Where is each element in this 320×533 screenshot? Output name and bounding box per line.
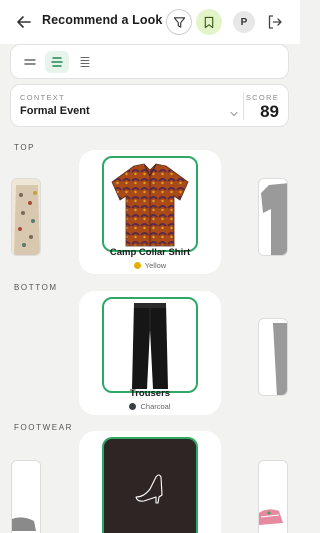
section-label-top: TOP bbox=[14, 143, 36, 152]
shirt-image bbox=[111, 163, 189, 247]
filter-button[interactable] bbox=[166, 9, 192, 35]
color-swatch bbox=[133, 262, 141, 269]
section-label-bottom: BOTTOM bbox=[14, 283, 58, 292]
patterned-shirt-thumbnail bbox=[12, 179, 40, 255]
top-item-image bbox=[102, 156, 198, 252]
view-center-option[interactable] bbox=[45, 51, 69, 73]
top-app-bar: Recommend a Look P bbox=[0, 0, 300, 44]
heel-icon bbox=[135, 474, 163, 504]
grey-shirt-thumbnail bbox=[259, 179, 287, 255]
grey-trousers-thumbnail bbox=[259, 319, 287, 395]
logout-icon bbox=[268, 15, 282, 29]
score-value: 89 bbox=[260, 102, 279, 121]
sneaker-thumbnail bbox=[12, 461, 40, 533]
prev-top-item[interactable] bbox=[11, 178, 41, 256]
context-card: CONTEXT Formal Event SCORE 89 bbox=[10, 84, 289, 127]
footwear-item-image bbox=[102, 437, 198, 533]
bottom-item-color-name: Charcoal bbox=[140, 402, 171, 411]
avatar[interactable]: P bbox=[233, 11, 255, 33]
page-title: Recommend a Look bbox=[42, 13, 163, 27]
compact-list-icon bbox=[80, 56, 90, 68]
top-item-color-name: Yellow bbox=[144, 261, 167, 270]
bottom-item-card[interactable]: Trousers Charcoal bbox=[79, 291, 221, 415]
top-item-card[interactable]: Camp Collar Shirt Yellow bbox=[79, 150, 221, 274]
divider bbox=[243, 92, 244, 120]
bookmark-button[interactable] bbox=[196, 9, 222, 35]
footwear-item-card[interactable] bbox=[79, 431, 221, 533]
grid-list-icon bbox=[24, 59, 36, 65]
score-label: SCORE bbox=[245, 93, 279, 102]
next-bottom-item[interactable] bbox=[258, 318, 288, 396]
context-label: CONTEXT bbox=[20, 93, 65, 102]
center-list-icon bbox=[51, 57, 63, 67]
logout-button[interactable] bbox=[266, 13, 284, 31]
view-compact-option[interactable] bbox=[73, 51, 97, 73]
view-mode-selector bbox=[10, 44, 289, 79]
arrow-left-icon bbox=[17, 16, 31, 28]
chevron-down-icon bbox=[230, 111, 238, 117]
trousers-image bbox=[132, 303, 168, 389]
bottom-item-color: Charcoal bbox=[79, 402, 221, 411]
prev-footwear-item[interactable] bbox=[11, 460, 41, 533]
next-top-item[interactable] bbox=[258, 178, 288, 256]
color-swatch bbox=[129, 403, 137, 410]
filter-icon bbox=[173, 16, 185, 28]
pink-shoe-thumbnail bbox=[259, 461, 287, 533]
view-grid-option[interactable] bbox=[18, 51, 42, 73]
bottom-item-image bbox=[102, 297, 198, 393]
top-item-name: Camp Collar Shirt bbox=[109, 247, 191, 258]
next-footwear-item[interactable] bbox=[258, 460, 288, 533]
context-select[interactable]: Formal Event bbox=[20, 105, 90, 117]
bookmark-icon bbox=[204, 16, 214, 28]
back-button[interactable] bbox=[14, 12, 34, 32]
section-label-footwear: FOOTWEAR bbox=[14, 423, 74, 432]
context-dropdown[interactable] bbox=[230, 104, 238, 122]
top-item-color: Yellow bbox=[79, 261, 221, 270]
bottom-item-name: Trousers bbox=[129, 388, 171, 399]
